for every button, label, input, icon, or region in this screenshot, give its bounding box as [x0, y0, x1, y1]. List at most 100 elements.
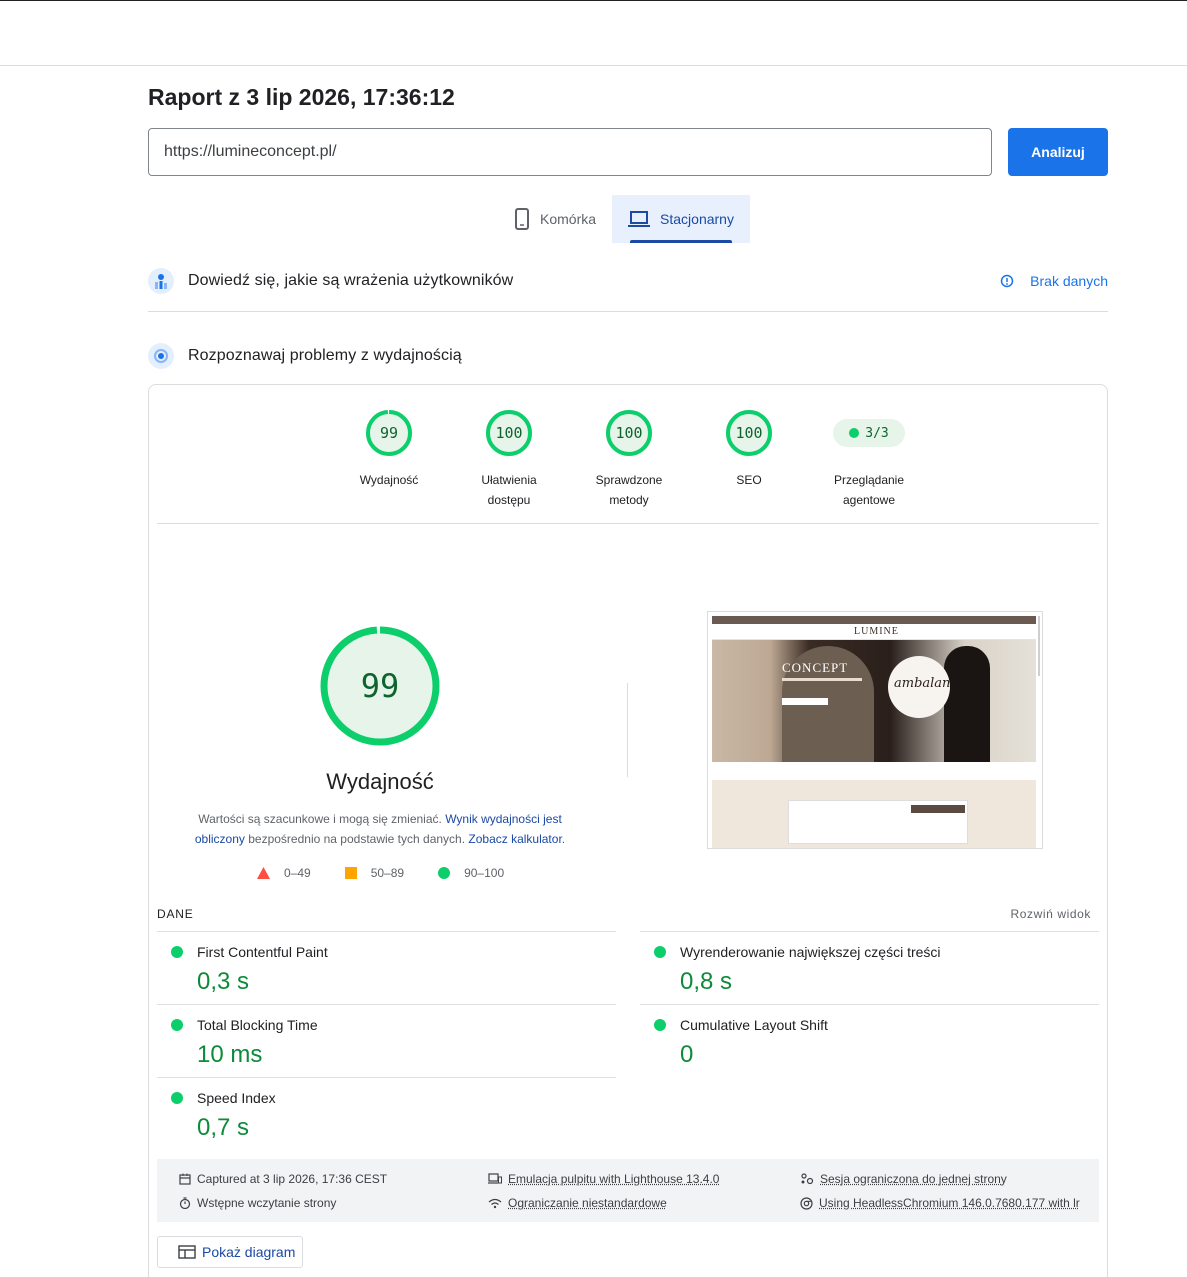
metrics-label: DANE — [157, 907, 194, 921]
ss-hero-text: CONCEPT — [782, 660, 849, 675]
lab-data-title: Rozpoznawaj problemy z wydajnością — [188, 347, 462, 364]
show-diagram-button[interactable]: Pokaż diagram — [157, 1236, 303, 1268]
ss-cookie-banner — [788, 800, 968, 844]
ss-cookie-button — [911, 805, 965, 813]
gauge-seo[interactable]: 100 SEO — [699, 409, 799, 490]
tab-desktop[interactable]: Stacjonarny — [612, 195, 750, 243]
analyze-button[interactable]: Analizuj — [1008, 128, 1108, 176]
gauge-agentic[interactable]: 3/3 Przeglądanie agentowe — [819, 409, 919, 510]
run-info-load: Wstępne wczytanie strony — [179, 1196, 336, 1210]
gauge-ring: 100 — [485, 409, 533, 457]
gauge-best-practices[interactable]: 100 Sprawdzone metody — [579, 409, 679, 510]
pass-dot-icon — [654, 946, 666, 958]
metric-value: 0,3 s — [197, 968, 250, 995]
gauge-ring: 100 — [605, 409, 653, 457]
metric-name: Total Blocking Time — [197, 1017, 318, 1033]
info-icon — [1000, 274, 1014, 288]
metric-si: Speed Index 0,7 s — [157, 1077, 616, 1150]
agentic-pill: 3/3 — [833, 419, 905, 447]
ss-hero: CONCEPT ambalan — [712, 640, 1036, 762]
metric-lcp: Wyrenderowanie największej części treści… — [640, 931, 1099, 1004]
gauge-score: 100 — [615, 424, 643, 442]
performance-gauge: 99 — [319, 625, 441, 747]
ss-logo-sign: ambalan — [888, 656, 950, 718]
pass-dot-icon — [171, 946, 183, 958]
treemap-icon — [178, 1245, 196, 1259]
square-icon — [344, 867, 357, 879]
performance-title: Wydajność — [326, 769, 434, 794]
card-divider — [157, 523, 1099, 524]
gauge-ring: 99 — [365, 409, 413, 457]
ss-announcement-bar — [712, 616, 1036, 624]
chrome-icon — [800, 1196, 813, 1210]
gauge-ring: 100 — [725, 409, 773, 457]
gauge-label: Sprawdzone metody — [595, 473, 663, 507]
gauge-score: 100 — [495, 424, 523, 442]
category-gauges: 99 Wydajność 100 Ułatwienia dostępu 100 S… — [149, 409, 1109, 509]
gauge-score: 100 — [735, 424, 763, 442]
triangle-icon — [257, 867, 270, 879]
metric-cls: Cumulative Layout Shift 0 — [640, 1004, 1099, 1077]
report-card: 99 Wydajność 100 Ułatwienia dostępu 100 S… — [148, 384, 1108, 1277]
field-data-title: Dowiedź się, jakie są wrażenia użytkowni… — [188, 272, 514, 289]
run-info-throttling[interactable]: Ograniczanie niestandardowe — [488, 1196, 667, 1210]
page-screenshot[interactable]: LUMINE CONCEPT ambalan — [707, 611, 1043, 849]
devices-icon — [488, 1173, 502, 1184]
lab-data-header: Rozpoznawaj problemy z wydajnością — [148, 342, 1108, 370]
timer-icon — [179, 1197, 191, 1209]
circle-icon — [438, 867, 451, 879]
gauge-performance[interactable]: 99 Wydajność — [339, 409, 439, 490]
no-data-label: Brak danych — [1030, 273, 1108, 289]
run-info: Captured at 3 lip 2026, 17:36 CEST Wstęp… — [157, 1159, 1099, 1222]
performance-score: 99 — [360, 667, 400, 705]
gauge-label: SEO — [736, 473, 762, 487]
metric-fcp: First Contentful Paint 0,3 s — [157, 931, 616, 1004]
phone-icon — [515, 208, 529, 230]
run-info-browser[interactable]: Using HeadlessChromium 146.0.7680.177 wi… — [800, 1196, 1080, 1210]
calculator-link[interactable]: Zobacz kalkulator — [468, 832, 561, 846]
device-tabs: Komórka Stacjonarny — [498, 195, 750, 243]
vertical-divider — [627, 683, 628, 777]
ss-scrollbar — [1038, 616, 1040, 676]
pass-dot-icon — [171, 1019, 183, 1031]
legend-average: 50–89 — [344, 866, 404, 880]
metric-name: Cumulative Layout Shift — [680, 1017, 828, 1033]
url-input[interactable]: https://lumineconcept.pl/ — [148, 128, 992, 176]
gauge-label: Przeglądanie agentowe — [833, 473, 905, 507]
ss-person — [944, 646, 990, 762]
tab-mobile[interactable]: Komórka — [498, 195, 612, 243]
run-info-session[interactable]: Sesja ograniczona do jednej strony — [800, 1172, 1007, 1186]
expand-view-toggle[interactable]: Rozwiń widok — [1010, 907, 1091, 921]
metric-name: Wyrenderowanie największej części treści — [680, 944, 941, 960]
tab-mobile-label: Komórka — [540, 211, 597, 227]
ss-brand: LUMINE — [854, 626, 899, 637]
laptop-icon — [628, 211, 651, 227]
wifi-icon — [488, 1198, 502, 1209]
gauge-label: Wydajność — [359, 473, 419, 487]
top-bar — [0, 0, 1187, 66]
tab-desktop-label: Stacjonarny — [660, 211, 734, 227]
users-icon — [148, 268, 174, 294]
performance-description: Wartości są szacunkowe i mogą się zmieni… — [194, 812, 566, 846]
metric-name: First Contentful Paint — [197, 944, 328, 960]
legend-pass: 90–100 — [438, 866, 504, 880]
ss-subtitle — [782, 678, 862, 681]
ss-lower-section — [712, 780, 1036, 848]
pass-dot-icon — [171, 1092, 183, 1104]
no-data-link[interactable]: Brak danych — [1000, 273, 1108, 289]
report-title: Raport z 3 lip 2026, 17:36:12 — [148, 84, 455, 110]
pass-dot-icon — [654, 1019, 666, 1031]
metric-value: 0,7 s — [197, 1114, 250, 1141]
ss-hero-button — [782, 698, 828, 705]
metric-value: 0 — [680, 1041, 694, 1068]
metric-value: 0,8 s — [680, 968, 733, 995]
legend-fail: 0–49 — [257, 866, 311, 880]
run-info-emulation[interactable]: Emulacja pulpitu with Lighthouse 13.4.0 — [488, 1172, 719, 1186]
gauge-score: 99 — [379, 424, 399, 442]
calendar-icon — [179, 1173, 191, 1185]
metric-name: Speed Index — [197, 1090, 276, 1106]
gauge-accessibility[interactable]: 100 Ułatwienia dostępu — [459, 409, 559, 510]
session-icon — [801, 1173, 814, 1185]
pass-dot-icon — [849, 428, 860, 438]
run-info-captured: Captured at 3 lip 2026, 17:36 CEST — [179, 1172, 387, 1186]
